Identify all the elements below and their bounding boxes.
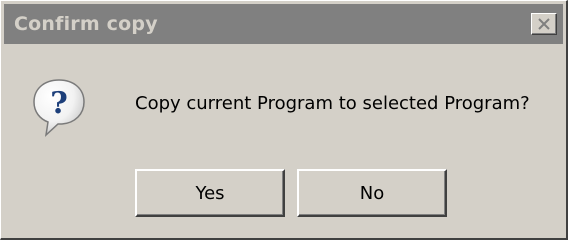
confirm-copy-dialog: Confirm copy ? Copy current Program to s… bbox=[0, 0, 568, 240]
dialog-title: Confirm copy bbox=[14, 13, 158, 35]
no-button[interactable]: No bbox=[297, 169, 447, 217]
svg-text:?: ? bbox=[50, 86, 68, 121]
title-bar[interactable]: Confirm copy bbox=[4, 4, 563, 44]
yes-button[interactable]: Yes bbox=[135, 169, 285, 217]
close-icon bbox=[538, 18, 550, 30]
question-icon: ? bbox=[33, 79, 85, 137]
close-button[interactable] bbox=[531, 13, 557, 35]
dialog-message: Copy current Program to selected Program… bbox=[135, 93, 530, 114]
